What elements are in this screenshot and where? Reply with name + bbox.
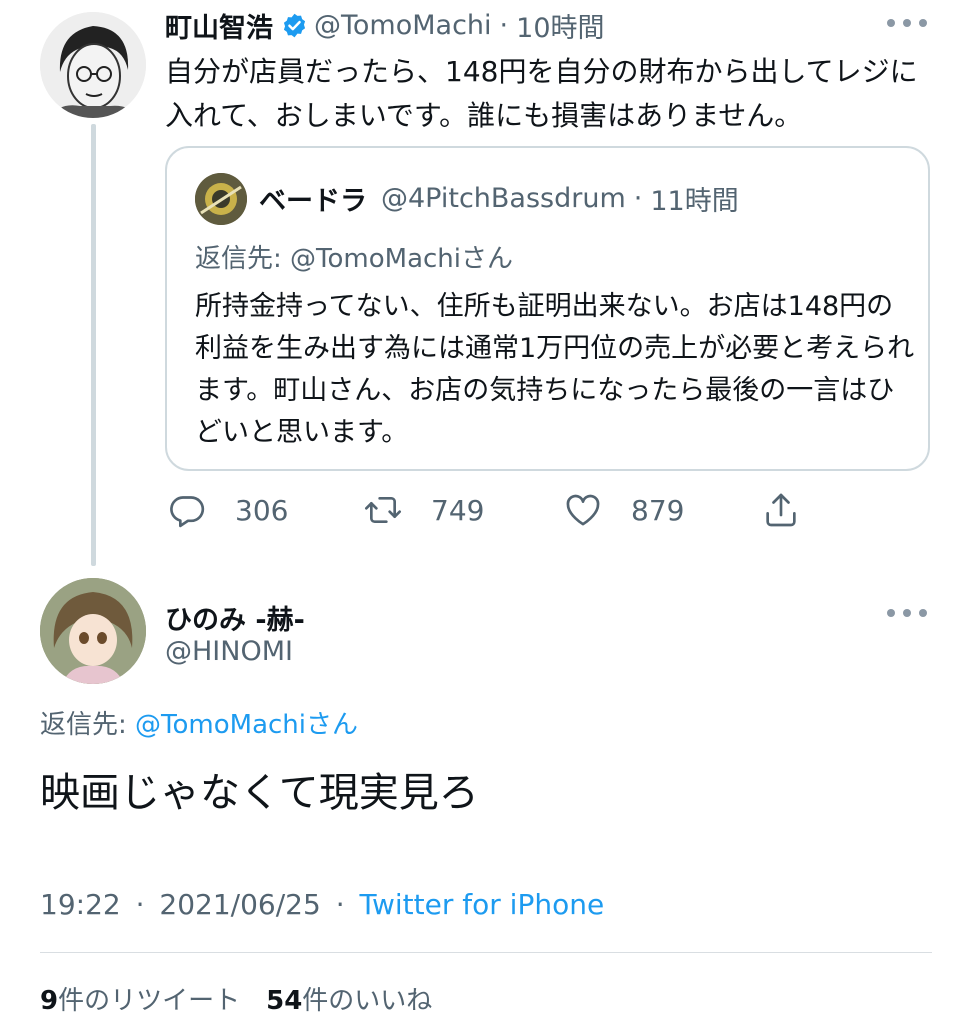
reply-count: 306: [235, 493, 289, 527]
retweet-label: 件のリツイート: [58, 986, 241, 1016]
reply-target-link[interactable]: @TomoMachiさん: [135, 710, 358, 740]
like-count: 54: [266, 986, 303, 1016]
author-name[interactable]: ひのみ -赫-: [165, 598, 305, 637]
reply-icon: [170, 496, 205, 528]
reply-prefix: 返信先:: [40, 710, 136, 740]
quoted-tweet-header: ベードラ @4PitchBassdrum · 11時間: [259, 178, 739, 218]
tweet-text: 自分が店員だったら、148円を自分の財布から出してレジに入れて、おしまいです。誰…: [165, 55, 918, 132]
author-handle[interactable]: @4PitchBassdrum: [381, 183, 626, 214]
avatar[interactable]: [40, 12, 146, 118]
more-options-icon[interactable]: [887, 17, 927, 29]
reply-button[interactable]: 306: [167, 488, 288, 532]
avatar[interactable]: [40, 578, 146, 684]
separator: ·: [335, 888, 345, 921]
verified-badge-icon: [283, 13, 306, 37]
tweet-meta: 19:22 · 2021/06/25 · Twitter for iPhone: [40, 888, 604, 921]
separator: ·: [135, 888, 145, 921]
retweet-button[interactable]: 749: [363, 488, 484, 532]
share-button[interactable]: [761, 488, 801, 532]
retweet-icon: [365, 497, 401, 523]
tweet-header: 町山智浩 @TomoMachi · 10時間: [165, 6, 605, 45]
tweet-text: 映画じゃなくて現実見ろ: [40, 770, 479, 816]
tweet-time[interactable]: 19:22: [40, 888, 121, 921]
separator: ·: [633, 182, 643, 214]
reply-to-label: 返信先: @TomoMachiさん: [40, 704, 358, 741]
tweet-stats: 9件のリツイート 54件のいいね: [40, 980, 432, 1017]
tweet-actions: 306 749 879: [165, 488, 815, 532]
retweet-count: 9: [40, 986, 59, 1016]
retweets-stat[interactable]: 9件のリツイート: [40, 986, 240, 1016]
like-button[interactable]: 879: [563, 488, 684, 532]
like-icon: [566, 494, 600, 526]
separator: ·: [499, 9, 509, 41]
like-label: 件のいいね: [302, 986, 433, 1016]
quoted-tweet-text: 所持金持ってない、住所も証明出来ない。お店は148円の利益を生み出す為には通常1…: [195, 291, 915, 448]
divider: [40, 952, 932, 953]
author-handle[interactable]: @TomoMachi: [314, 10, 492, 41]
likes-stat[interactable]: 54件のいいね: [266, 986, 432, 1016]
more-options-icon[interactable]: [887, 607, 927, 619]
reply-to-label: 返信先: @TomoMachiさん: [195, 238, 513, 275]
thread-line: [91, 124, 96, 566]
author-handle[interactable]: @HINOMI: [165, 636, 293, 667]
quoted-tweet[interactable]: ベードラ @4PitchBassdrum · 11時間 返信先: @TomoMa…: [165, 146, 930, 471]
avatar[interactable]: [195, 173, 247, 225]
tweet-time[interactable]: 10時間: [516, 6, 604, 45]
reply-target: @TomoMachiさん: [290, 244, 513, 274]
like-count: 879: [631, 493, 685, 527]
author-name[interactable]: ベードラ: [259, 179, 367, 218]
source-link[interactable]: Twitter for iPhone: [360, 888, 605, 921]
share-icon: [766, 493, 796, 527]
author-name[interactable]: 町山智浩: [165, 6, 273, 45]
tweet-time[interactable]: 11時間: [650, 179, 738, 218]
retweet-count: 749: [431, 493, 485, 527]
tweet-date[interactable]: 2021/06/25: [159, 888, 320, 921]
reply-prefix: 返信先:: [195, 244, 291, 274]
